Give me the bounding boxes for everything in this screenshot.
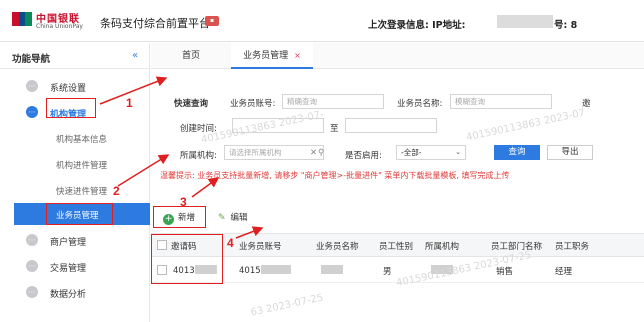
created-start-input[interactable]	[232, 118, 324, 133]
edit-label: 编辑	[230, 213, 248, 223]
annotation-box-2	[46, 203, 113, 225]
app-header: 中国银联 China UnionPay 条码支付综合前置平台 ▪ 上次登录信息:…	[0, 0, 644, 42]
sidebar-item-label: 交易管理	[50, 264, 87, 274]
annotation-box-1	[46, 98, 96, 118]
org-label: 所属机构:	[180, 151, 217, 161]
dept-cell: 销售	[496, 267, 514, 277]
enabled-select[interactable]: -全部- ⌄	[396, 145, 466, 160]
account-input[interactable]: 精确查询	[282, 94, 384, 109]
org-circle-icon: ⋯	[26, 106, 38, 118]
export-button[interactable]: 导出	[547, 145, 593, 160]
search-icon[interactable]: ⚲	[318, 148, 324, 158]
tab-salesman-management[interactable]: 业务员管理 ×	[231, 43, 313, 69]
sidebar-title: 功能导航	[12, 54, 51, 65]
column-header: 员工部门名称	[491, 242, 543, 252]
tip-text: 温馨提示: 业务员支持批量新增, 请移步 "商户管理>-批量进件" 菜单内下载批…	[160, 171, 510, 180]
sidebar-item-org-onboarding[interactable]: 机构进件管理	[0, 153, 150, 175]
column-header: 业务员账号	[239, 242, 282, 252]
chevron-down-icon: ⌄	[455, 148, 461, 156]
sidebar: 功能导航 « ⋯ 系统设置 ⋯ 机构管理 机构基本信息 机构进件管理 快速进件管…	[0, 43, 150, 322]
watermark: 63 2023-07-25	[249, 292, 325, 319]
unionpay-logo	[12, 12, 33, 26]
sidebar-item-label: 系统设置	[50, 84, 87, 94]
table-header: 邀请码 业务员账号 业务员名称 员工性别 所属机构 员工部门名称 员工职务	[151, 233, 644, 257]
column-header: 员工性别	[379, 242, 414, 252]
tab-label: 业务员管理	[243, 51, 289, 61]
tab-bar: 首页 业务员管理 ×	[151, 43, 644, 69]
salesman-table: 邀请码 业务员账号 业务员名称 员工性别 所属机构 员工部门名称 员工职务 40…	[151, 233, 644, 293]
masked-ip	[497, 15, 553, 28]
annotation-number-3: 3	[180, 195, 187, 209]
system-title: 条码支付综合前置平台	[100, 17, 210, 30]
annotation-number-4: 4	[227, 236, 234, 250]
watermark: 401590113863 2023-07	[465, 107, 587, 144]
analysis-circle-icon: ⋯	[26, 286, 38, 298]
sidebar-item-merchant[interactable]: ⋯ 商户管理	[0, 229, 150, 251]
created-time-label: 创建时间:	[180, 124, 217, 134]
sidebar-item-quick-onboarding[interactable]: 快速进件管理	[0, 179, 150, 201]
sidebar-item-label: 数据分析	[50, 290, 87, 300]
tab-home[interactable]: 首页	[171, 43, 211, 69]
column-header: 所属机构	[425, 242, 460, 252]
sidebar-item-label: 商户管理	[50, 238, 87, 248]
gender-cell: 男	[383, 267, 392, 277]
query-button[interactable]: 查询	[494, 145, 540, 160]
annotation-box-3	[153, 206, 206, 228]
login-account-tail: 号: 8	[554, 20, 578, 31]
org-input[interactable]: 请选择所属机构	[224, 145, 324, 160]
merchant-circle-icon: ⋯	[26, 234, 38, 246]
column-header: 员工职务	[555, 242, 590, 252]
job-title-cell: 经理	[555, 267, 573, 277]
account-label: 业务员账号:	[230, 99, 276, 109]
enabled-label: 是否启用:	[345, 151, 382, 161]
system-badge-icon: ▪	[205, 16, 219, 26]
name-input[interactable]: 模糊查询	[450, 94, 552, 109]
annotation-box-4	[151, 234, 223, 284]
to-label: 至	[330, 124, 339, 134]
name-cell	[321, 265, 343, 276]
sidebar-item-label: 快速进件管理	[56, 187, 108, 197]
logo-text-en: China UnionPay	[36, 23, 83, 30]
gear-circle-icon: ⋯	[26, 80, 38, 92]
annotation-number-1: 1	[126, 96, 133, 110]
quick-query-title: 快速查询	[174, 99, 209, 109]
pencil-icon: ✎	[218, 213, 226, 223]
more-label: 邀	[582, 99, 591, 109]
org-cell	[431, 265, 453, 276]
sidebar-item-system-settings[interactable]: ⋯ 系统设置	[0, 75, 150, 97]
account-cell: 4015	[239, 265, 291, 276]
column-header: 业务员名称	[316, 242, 359, 252]
enabled-select-value: -全部-	[401, 148, 422, 157]
annotation-number-2: 2	[113, 184, 120, 198]
account-value: 4015	[239, 266, 261, 276]
sidebar-item-org-basic-info[interactable]: 机构基本信息	[0, 127, 150, 149]
created-end-input[interactable]	[345, 118, 437, 133]
table-row[interactable]: 4013 4015 男 销售 经理	[151, 257, 644, 283]
org-placeholder: 请选择所属机构	[229, 148, 282, 157]
collapse-icon[interactable]: «	[132, 50, 138, 61]
masked-value	[431, 265, 453, 274]
name-label: 业务员名称:	[397, 99, 443, 109]
sidebar-item-analysis[interactable]: ⋯ 数据分析	[0, 281, 150, 303]
trade-circle-icon: ⋯	[26, 260, 38, 272]
edit-button[interactable]: ✎ 编辑	[218, 210, 248, 226]
masked-value	[321, 265, 343, 274]
last-login-info: 上次登录信息: IP地址:	[368, 20, 466, 31]
sidebar-header: 功能导航 «	[0, 43, 150, 69]
close-icon[interactable]: ×	[294, 51, 301, 60]
masked-value	[260, 265, 291, 274]
sidebar-item-label: 机构基本信息	[56, 135, 108, 145]
sidebar-item-trade[interactable]: ⋯ 交易管理	[0, 255, 150, 277]
clear-icon[interactable]: ✕	[310, 148, 317, 158]
sidebar-item-label: 机构进件管理	[56, 161, 108, 171]
